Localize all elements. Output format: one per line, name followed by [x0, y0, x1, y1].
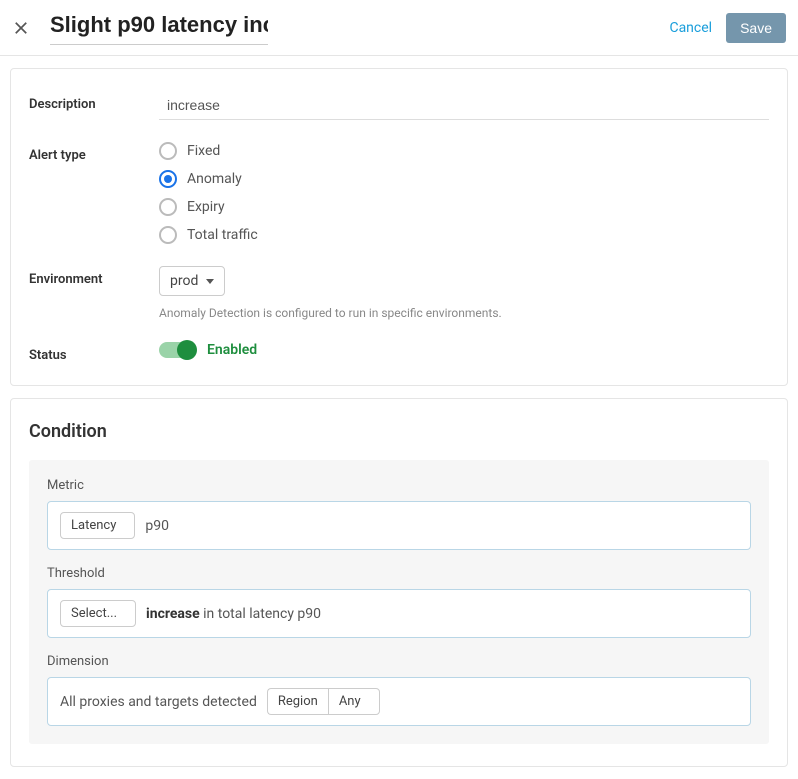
- metric-label: Metric: [47, 478, 751, 493]
- radio-icon: [159, 198, 177, 216]
- environment-dropdown[interactable]: prod: [159, 266, 225, 296]
- status-label: Status: [29, 342, 159, 363]
- threshold-dropdown[interactable]: Select...: [60, 600, 136, 627]
- condition-box: Metric Latency p90 Threshold Select... i…: [29, 460, 769, 744]
- alert-type-fixed[interactable]: Fixed: [159, 142, 769, 160]
- metric-text: p90: [145, 518, 169, 534]
- radio-label: Fixed: [187, 143, 220, 159]
- radio-label: Total traffic: [187, 227, 258, 243]
- dropdown-value: prod: [170, 273, 198, 289]
- alert-type-label: Alert type: [29, 142, 159, 163]
- toggle-knob-icon: [177, 340, 197, 360]
- page-header: Cancel Save: [0, 0, 798, 56]
- dimension-bar: All proxies and targets detected Region …: [47, 677, 751, 726]
- status-value: Enabled: [207, 342, 257, 358]
- threshold-label: Threshold: [47, 566, 751, 581]
- description-input[interactable]: [159, 91, 769, 120]
- environment-hint: Anomaly Detection is configured to run i…: [159, 306, 769, 320]
- main-form-panel: Description Alert type Fixed Anomaly Exp…: [10, 68, 788, 386]
- threshold-text: increase in total latency p90: [146, 606, 321, 622]
- dimension-any-dropdown[interactable]: Any: [328, 688, 380, 715]
- condition-title: Condition: [29, 421, 769, 442]
- close-icon[interactable]: [12, 19, 30, 37]
- dimension-segment-group: Region Any: [267, 688, 380, 715]
- save-button[interactable]: Save: [726, 13, 786, 43]
- dropdown-value: Latency: [71, 518, 116, 533]
- radio-icon: [159, 142, 177, 160]
- dropdown-value: Any: [339, 694, 361, 709]
- dimension-region-button[interactable]: Region: [267, 688, 328, 715]
- description-label: Description: [29, 91, 159, 112]
- alert-type-expiry[interactable]: Expiry: [159, 198, 769, 216]
- dimension-text: All proxies and targets detected: [60, 694, 257, 710]
- radio-label: Expiry: [187, 199, 225, 215]
- radio-icon: [159, 226, 177, 244]
- alert-type-total-traffic[interactable]: Total traffic: [159, 226, 769, 244]
- radio-label: Anomaly: [187, 171, 242, 187]
- cancel-button[interactable]: Cancel: [669, 20, 712, 36]
- chevron-down-icon: [206, 279, 214, 284]
- status-toggle[interactable]: [159, 342, 195, 358]
- radio-selected-icon: [159, 170, 177, 188]
- environment-label: Environment: [29, 266, 159, 287]
- condition-panel: Condition Metric Latency p90 Threshold S…: [10, 398, 788, 767]
- title-input[interactable]: [50, 10, 268, 45]
- threshold-bar: Select... increase in total latency p90: [47, 589, 751, 638]
- dropdown-value: Select...: [71, 606, 117, 621]
- dimension-label: Dimension: [47, 654, 751, 669]
- metric-bar: Latency p90: [47, 501, 751, 550]
- metric-dropdown[interactable]: Latency: [60, 512, 135, 539]
- alert-type-anomaly[interactable]: Anomaly: [159, 170, 769, 188]
